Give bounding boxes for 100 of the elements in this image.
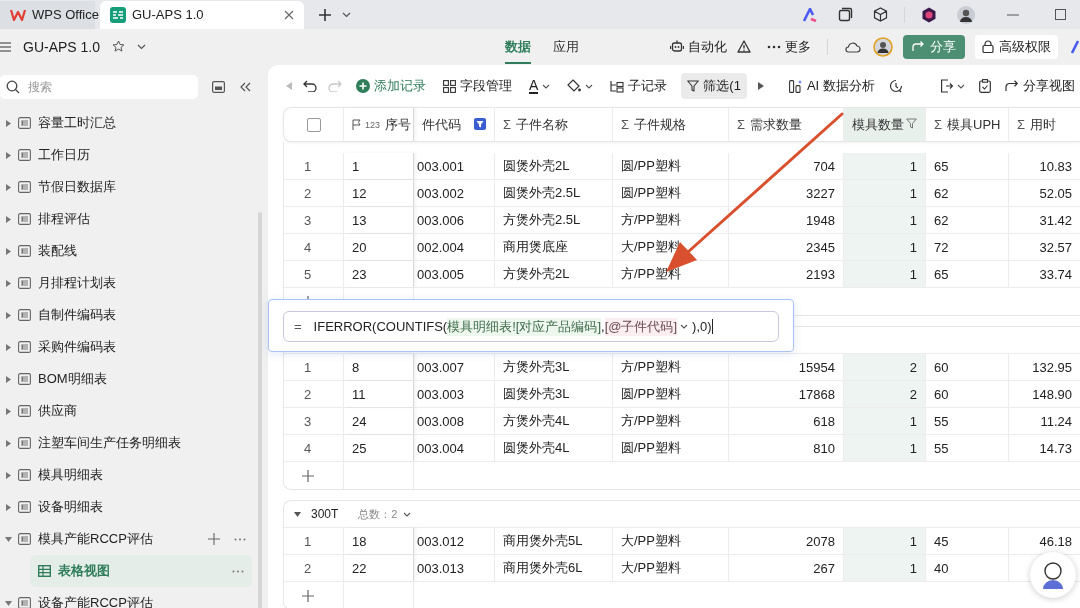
view-tab[interactable]: 应用 xyxy=(553,29,579,64)
panel-icon[interactable] xyxy=(212,81,225,93)
table-cell: 方煲外壳3L xyxy=(495,354,613,380)
expand-arrow-icon[interactable] xyxy=(294,510,301,518)
sidebar-item[interactable]: 注塑车间生产任务明细表 xyxy=(0,427,268,459)
table-cell: 003.006 xyxy=(414,207,495,233)
expand-arrow-icon[interactable] xyxy=(5,375,12,383)
permissions-button[interactable]: 高级权限 xyxy=(975,34,1058,59)
expand-arrow-icon[interactable] xyxy=(5,535,12,543)
table-cell: 圆/PP塑料 xyxy=(613,180,729,206)
expand-arrow-icon[interactable] xyxy=(5,439,12,447)
expand-arrow-icon[interactable] xyxy=(5,407,12,415)
history-icon[interactable] xyxy=(888,79,903,93)
sidebar-item[interactable]: 节假日数据库 xyxy=(0,171,268,203)
expand-arrow-icon[interactable] xyxy=(5,119,12,127)
plus-icon[interactable] xyxy=(318,7,332,22)
column-header[interactable]: Σ 子件名称 xyxy=(495,108,613,141)
share-button[interactable]: 分享 xyxy=(903,34,965,59)
menu-icon[interactable] xyxy=(0,41,11,52)
expand-arrow-icon[interactable] xyxy=(5,599,12,607)
sidebar-item[interactable]: 容量工时汇总 xyxy=(0,107,268,139)
table-icon xyxy=(18,117,31,129)
text-color-button[interactable]: A xyxy=(526,73,554,99)
table-cell: 003.002 xyxy=(414,180,495,206)
table-cell: 11.24 xyxy=(1009,408,1080,434)
expand-arrow-icon[interactable] xyxy=(5,279,12,287)
logo-icon[interactable] xyxy=(802,7,818,22)
view-item[interactable]: 表格视图 xyxy=(30,555,252,587)
expand-arrow-icon[interactable] xyxy=(5,247,12,255)
table-cell: 55 xyxy=(926,435,1009,461)
cloud-icon[interactable] xyxy=(844,40,861,53)
chevron-down-icon[interactable] xyxy=(137,43,147,50)
sidebar-item[interactable]: 自制件编码表 xyxy=(0,299,268,331)
row-number: 1 xyxy=(284,153,344,179)
filter-button[interactable]: 筛选(1 xyxy=(681,73,747,99)
sidebar-item[interactable]: 采购件编码表 xyxy=(0,331,268,363)
cube-icon[interactable] xyxy=(873,7,888,22)
clipboard-icon[interactable] xyxy=(978,79,991,93)
row-number: 2 xyxy=(284,381,344,407)
select-all-checkbox[interactable] xyxy=(306,117,321,132)
share-view-button[interactable]: 分享视图 xyxy=(1001,73,1078,99)
add-record-button[interactable]: 添加记录 xyxy=(353,73,429,99)
expand-arrow-icon[interactable] xyxy=(5,471,12,479)
sidebar-item[interactable]: BOM明细表 xyxy=(0,363,268,395)
maximize-icon[interactable] xyxy=(1055,9,1066,20)
sub-records-button[interactable]: 子记录 xyxy=(607,73,671,99)
more-button[interactable]: 更多 xyxy=(767,37,811,56)
sidebar-item[interactable]: 排程评估 xyxy=(0,203,268,235)
expand-arrow-icon[interactable] xyxy=(5,215,12,223)
add-icon[interactable] xyxy=(208,533,220,545)
undo-icon[interactable] xyxy=(303,80,317,92)
expand-arrow-icon[interactable] xyxy=(5,311,12,319)
window-tab[interactable]: GU-APS 1.0 xyxy=(100,0,304,29)
warning-icon[interactable] xyxy=(737,40,751,53)
column-header[interactable]: 123 序号 xyxy=(344,108,414,141)
field-manager-button[interactable]: 字段管理 xyxy=(440,73,515,99)
sidebar-item[interactable]: 模具明细表 xyxy=(0,459,268,491)
star-icon[interactable] xyxy=(112,40,126,53)
sidebar-item[interactable]: 模具产能RCCP评估 xyxy=(0,523,268,555)
column-header[interactable]: Σ 子件规格 xyxy=(613,108,729,141)
expand-arrow-icon[interactable] xyxy=(5,343,12,351)
sidebar-item[interactable]: 工作日历 xyxy=(0,139,268,171)
scroll-right-icon[interactable] xyxy=(757,82,764,90)
chevron-down-icon[interactable] xyxy=(403,511,412,517)
add-row-icon[interactable] xyxy=(301,589,314,602)
avatar-icon[interactable] xyxy=(873,36,893,57)
sidebar-item[interactable]: 设备产能RCCP评估 xyxy=(0,587,268,608)
close-icon[interactable] xyxy=(284,9,294,20)
formula-field[interactable]: = IFERROR(COUNTIFS(模具明细表![对应产品编码],[@子件代码] ),0) xyxy=(283,311,779,342)
more-icon[interactable] xyxy=(234,537,246,541)
table-cell: 32.57 xyxy=(1009,234,1080,260)
copy-icon[interactable] xyxy=(838,7,853,22)
table-cell: 1 xyxy=(844,234,926,260)
column-header[interactable]: Σ 用时 xyxy=(1009,108,1080,141)
hexagon-app-icon[interactable] xyxy=(921,6,937,23)
search-field[interactable]: 搜索 xyxy=(0,75,198,99)
expand-arrow-icon[interactable] xyxy=(5,503,12,511)
avatar-icon[interactable] xyxy=(957,5,975,24)
column-header[interactable]: Σ 模具UPH xyxy=(926,108,1009,141)
expand-arrow-icon[interactable] xyxy=(5,151,12,159)
sidebar-item[interactable]: 供应商 xyxy=(0,395,268,427)
table-icon xyxy=(18,437,31,449)
ai-analysis-button[interactable]: AI 数据分析 xyxy=(785,73,878,99)
collapse-icon[interactable] xyxy=(239,82,252,92)
automation-button[interactable]: 自动化 xyxy=(670,37,727,56)
group-count[interactable]: 总数：2 xyxy=(358,506,398,522)
add-row-icon[interactable] xyxy=(301,469,314,482)
more-icon[interactable] xyxy=(232,569,244,573)
sidebar-item[interactable]: 月排程计划表 xyxy=(0,267,268,299)
chevron-down-icon[interactable] xyxy=(680,324,689,329)
column-header[interactable]: 模具数量 xyxy=(844,108,926,141)
expand-arrow-icon[interactable] xyxy=(5,183,12,191)
tree-icon xyxy=(610,79,625,93)
sidebar-item[interactable]: 设备明细表 xyxy=(0,491,268,523)
sidebar-item[interactable]: 装配线 xyxy=(0,235,268,267)
search-icon[interactable] xyxy=(6,80,20,94)
column-header[interactable]: 件代码 xyxy=(414,108,495,141)
chevron-down-icon[interactable] xyxy=(342,11,351,18)
table-cell: 148.90 xyxy=(1009,381,1080,407)
logo-icon[interactable] xyxy=(1070,39,1080,54)
